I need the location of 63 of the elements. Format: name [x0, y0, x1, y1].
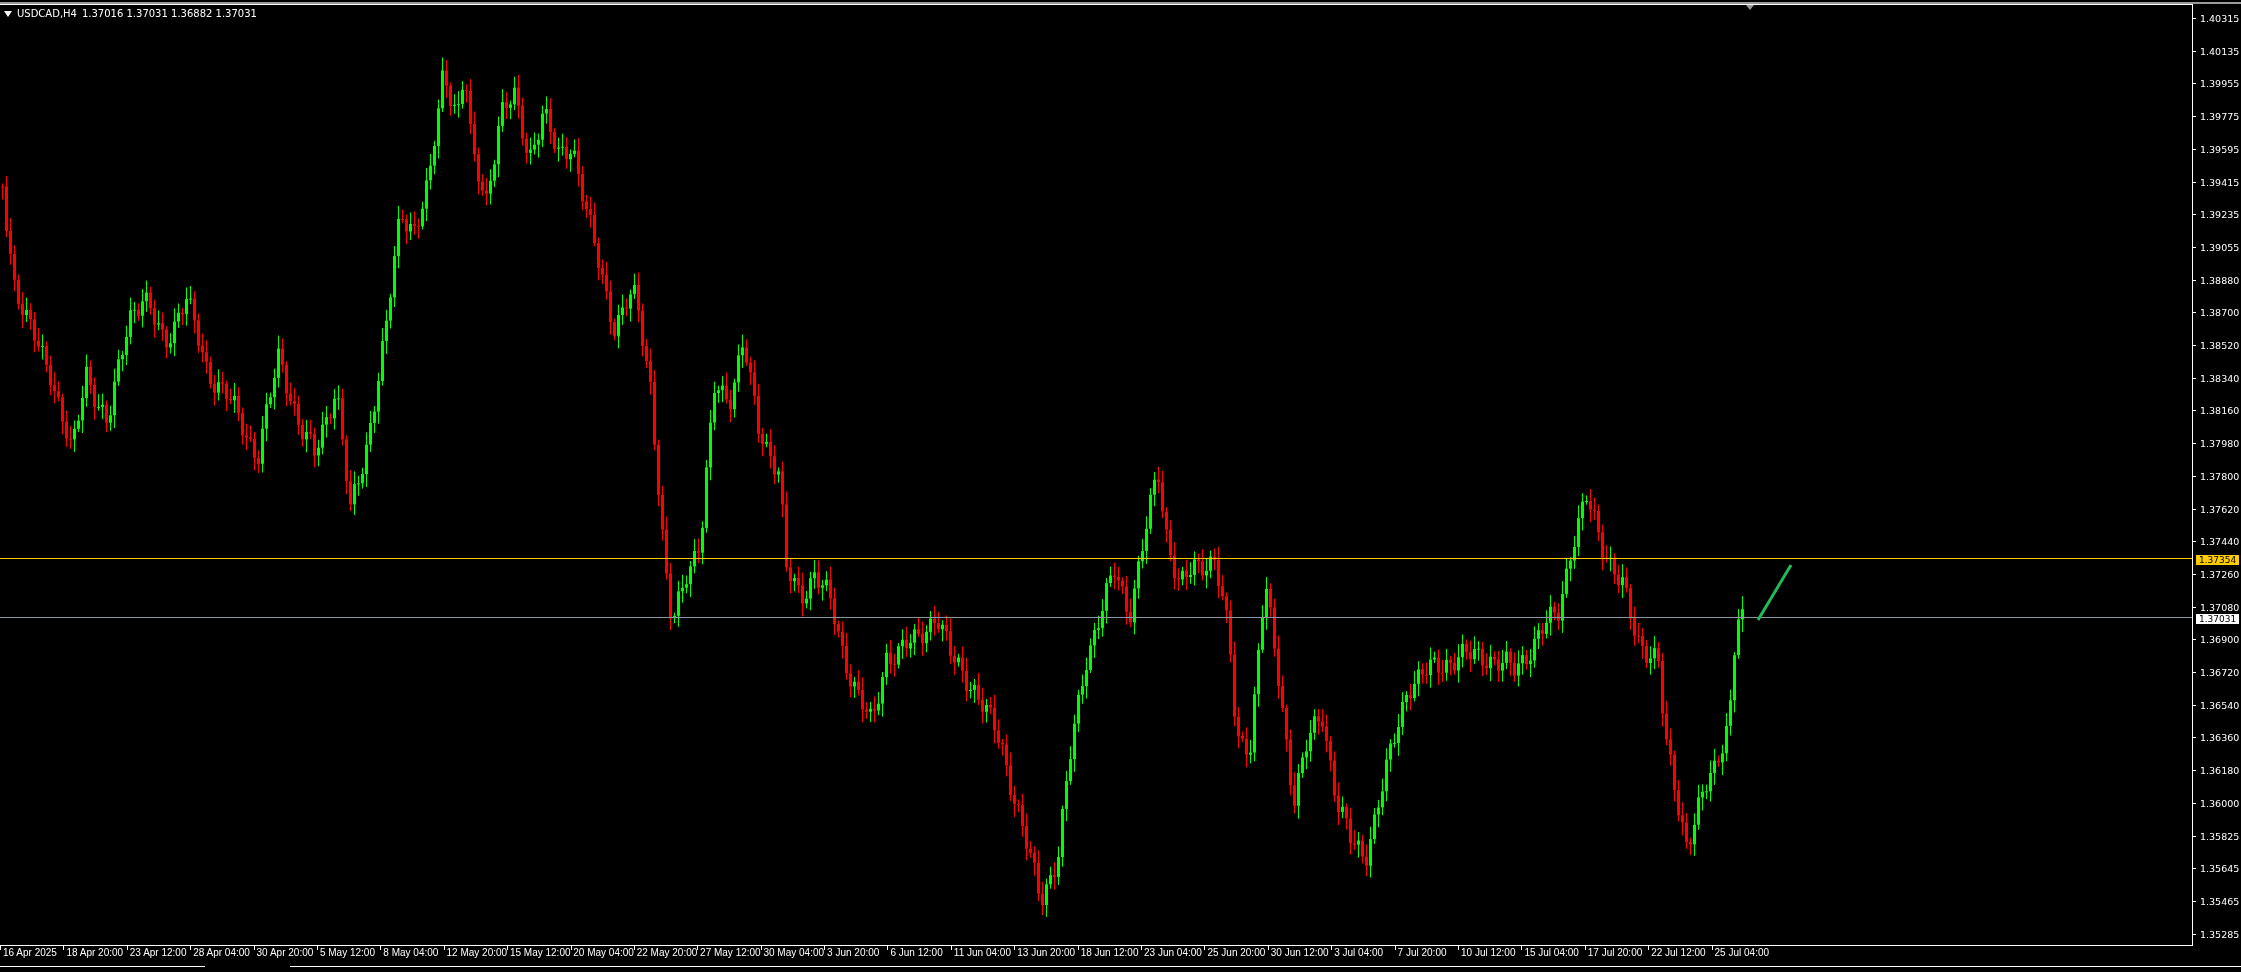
- time-label: 7 Jul 20:00: [1396, 946, 1447, 959]
- price-tag: 1.37354: [2196, 554, 2240, 565]
- time-label: 18 Apr 20:00: [65, 946, 124, 959]
- time-label: 11 Jun 04:00: [952, 946, 1011, 959]
- time-label: 30 Apr 20:00: [255, 946, 314, 959]
- price-label: 1.36180: [2200, 765, 2240, 777]
- price-label: 1.36000: [2200, 797, 2240, 809]
- time-label: 8 May 04:00: [382, 946, 439, 959]
- time-label: 18 Jun 12:00: [1079, 946, 1139, 959]
- price-label: 1.39775: [2200, 111, 2240, 123]
- price-label: 1.39415: [2200, 176, 2240, 188]
- price-label: 1.40135: [2200, 45, 2240, 57]
- price-label: 1.38520: [2200, 340, 2240, 352]
- time-label: 22 May 20:00: [635, 946, 698, 959]
- price-label: 1.38340: [2200, 372, 2240, 384]
- price-label: 1.35465: [2200, 896, 2240, 907]
- price-label: 1.36900: [2200, 634, 2240, 646]
- time-label: 20 May 04:00: [572, 946, 634, 959]
- time-label: 25 Jul 04:00: [1713, 946, 1770, 959]
- time-label: 10 Jul 12:00: [1460, 946, 1516, 959]
- time-label: 16 Apr 2025: [2, 946, 57, 959]
- price-label: 1.40315: [2200, 13, 2240, 24]
- ohlc-values: 1.37016 1.37031 1.36882 1.37031: [81, 8, 257, 19]
- time-label: 23 Jun 04:00: [1143, 946, 1202, 959]
- time-label: 3 Jul 04:00: [1333, 946, 1384, 959]
- price-label: 1.37980: [2200, 438, 2240, 450]
- time-label: 15 May 12:00: [508, 946, 571, 959]
- price-label: 1.36360: [2200, 732, 2240, 744]
- time-label: 27 May 12:00: [699, 946, 761, 959]
- symbol-label: USDCAD,H4: [17, 8, 77, 19]
- trend-line[interactable]: [1756, 564, 1793, 621]
- time-label: 5 May 12:00: [318, 946, 375, 959]
- price-label: 1.38700: [2200, 307, 2240, 319]
- price-label: 1.36540: [2200, 699, 2240, 711]
- price-label: 1.37260: [2200, 568, 2240, 580]
- time-label: 15 Jul 04:00: [1523, 946, 1579, 959]
- price-label: 1.37620: [2200, 503, 2240, 515]
- price-label: 1.38880: [2200, 274, 2240, 286]
- price-label: 1.37440: [2200, 536, 2240, 548]
- time-label: 6 Jun 12:00: [889, 946, 943, 959]
- dropdown-triangle-icon[interactable]: [4, 10, 12, 17]
- price-label: 1.39055: [2200, 241, 2240, 253]
- price-label: 1.37800: [2200, 470, 2240, 482]
- time-label: 23 Apr 12:00: [128, 946, 187, 959]
- price-label: 1.39235: [2200, 209, 2240, 221]
- time-label: 30 May 04:00: [762, 946, 825, 959]
- price-label: 1.39955: [2200, 78, 2240, 90]
- price-label: 1.35285: [2200, 928, 2240, 940]
- price-label: 1.36720: [2200, 667, 2240, 679]
- time-label: 22 Jul 12:00: [1650, 946, 1706, 959]
- price-label: 1.35825: [2200, 830, 2240, 842]
- price-label: 1.35645: [2200, 863, 2240, 875]
- time-label: 13 Jun 20:00: [1016, 946, 1076, 959]
- time-label: 17 Jul 20:00: [1586, 946, 1643, 959]
- time-label: 30 Jun 12:00: [1269, 946, 1329, 959]
- time-label: 3 Jun 20:00: [826, 946, 880, 959]
- time-label: 12 May 20:00: [445, 946, 508, 959]
- time-label: 25 Jun 20:00: [1206, 946, 1266, 959]
- price-label: 1.38160: [2200, 405, 2240, 417]
- price-tag: 1.37031: [2196, 613, 2240, 624]
- time-label: 28 Apr 04:00: [192, 946, 250, 959]
- price-label: 1.39595: [2200, 143, 2240, 155]
- price-label: 1.37080: [2200, 601, 2240, 613]
